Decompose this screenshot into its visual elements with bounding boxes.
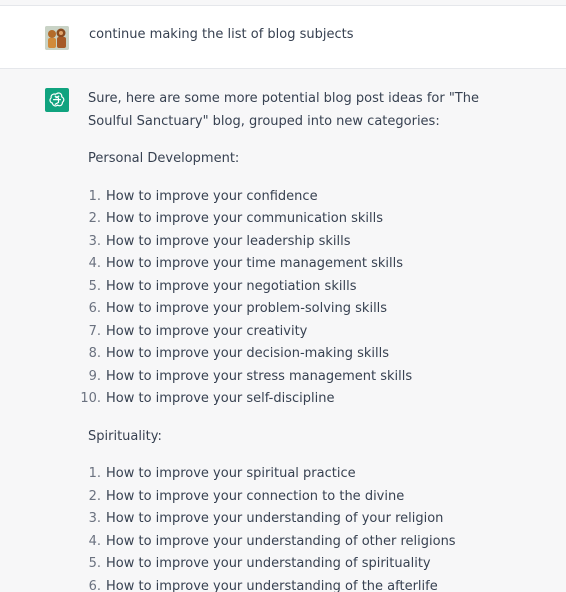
list-number: 2. [88, 488, 101, 504]
list-item-text: How to improve your leadership skills [106, 233, 351, 249]
list-number: 3. [88, 233, 101, 249]
list-number: 9. [88, 368, 101, 384]
list-item: 3. How to improve your understanding of y… [88, 508, 508, 531]
list-number: 3. [88, 511, 101, 526]
list-item-text: How to improve your stress management sk… [106, 368, 413, 384]
list-number: 2. [88, 211, 101, 226]
list-number: 4. [88, 256, 101, 271]
list-item-text: How to improve your understanding of you… [106, 511, 444, 526]
list-item: 1. How to improve your spiritual practice [88, 463, 508, 486]
list-item: 2. How to improve your communication skil… [88, 208, 508, 231]
list-item: 3. How to improve your leadership skills [88, 231, 508, 254]
chat-page: continue making the list of blog subject… [0, 0, 566, 592]
list-number: 5. [88, 556, 101, 571]
list-item: 4. How to improve your understanding of o… [88, 531, 508, 554]
list-item-text: How to improve your confidence [106, 188, 318, 204]
list-item: 10. How to improve your self-discipline [80, 388, 508, 411]
list-item-text: How to improve your time management skil… [106, 256, 404, 271]
list-number: 1. [88, 466, 101, 481]
section-heading-spirituality: Spirituality: [88, 428, 162, 444]
list-number: 10. [80, 391, 101, 406]
list-item: 5. How to improve your understanding of s… [88, 553, 508, 576]
list-item: 6. How to improve your understanding of t… [88, 576, 508, 592]
assistant-intro-text: Sure, here are some more potential blog … [88, 91, 479, 129]
list-item-text: How to improve your spiritual practice [106, 466, 356, 481]
openai-logo-icon [45, 88, 69, 112]
list-item: 9. How to improve your stress management … [88, 366, 508, 389]
user-message-text: continue making the list of blog subject… [89, 27, 354, 42]
list-item: 7. How to improve your creativity [88, 321, 508, 344]
user-avatar-icon [45, 26, 69, 50]
assistant-message-content: Sure, here are some more potential blog … [80, 88, 508, 592]
list-item-text: How to improve your negotiation skills [106, 278, 357, 294]
list-item: 4. How to improve your time management sk… [88, 253, 508, 276]
list-number: 4. [88, 533, 101, 549]
list-item: 2. How to improve your connection to the … [88, 486, 508, 509]
list-number: 5. [88, 278, 101, 294]
list-item: 5. How to improve your negotiation skills [88, 276, 508, 299]
list-item-text: How to improve your self-discipline [106, 391, 335, 406]
personal-development-list: 1. How to improve your confidence 2. How t… [80, 186, 508, 411]
list-item: 1. How to improve your confidence [88, 186, 508, 209]
user-message-row: continue making the list of blog subject… [0, 6, 566, 69]
list-item-text: How to improve your connection to the di… [106, 488, 405, 504]
list-item-text: How to improve your understanding of oth… [106, 533, 456, 549]
list-number: 8. [88, 346, 101, 361]
list-item-text: How to improve your understanding of the… [106, 578, 438, 592]
list-item-text: How to improve your communication skills [106, 211, 383, 226]
list-item-text: How to improve your creativity [106, 323, 308, 339]
list-number: 7. [88, 323, 101, 339]
assistant-message-row: Sure, here are some more potential blog … [0, 69, 566, 592]
list-item: 8. How to improve your decision-making sk… [88, 343, 508, 366]
list-item: 6. How to improve your problem-solving sk… [88, 298, 508, 321]
list-item-text: How to improve your understanding of spi… [106, 556, 431, 571]
list-item-text: How to improve your decision-making skil… [106, 346, 389, 361]
list-item-text: How to improve your problem-solving skil… [106, 301, 388, 316]
list-number: 6. [88, 301, 101, 316]
list-number: 6. [88, 578, 101, 592]
list-number: 1. [88, 188, 101, 204]
section-heading-personal-development: Personal Development: [88, 151, 240, 166]
spirituality-list: 1. How to improve your spiritual practice… [88, 463, 508, 592]
